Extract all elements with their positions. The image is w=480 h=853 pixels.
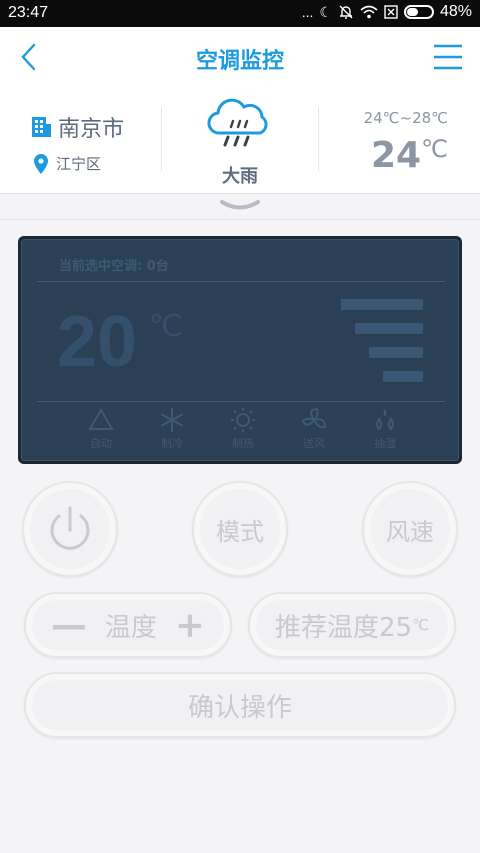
divider — [161, 107, 162, 171]
temp-increase-button[interactable]: + — [175, 605, 205, 646]
hamburger-menu-icon[interactable] — [432, 42, 464, 72]
fan-bar — [341, 299, 423, 310]
temp-decrease-button[interactable]: — — [51, 605, 87, 646]
mode-button[interactable]: 模式 — [192, 481, 288, 577]
sun-icon — [231, 408, 255, 432]
app-header: 空调监控 — [0, 27, 480, 89]
fan-bar — [369, 347, 423, 358]
location-pin-icon — [34, 153, 48, 174]
divider — [37, 281, 445, 282]
district-row: 江宁区 — [34, 153, 101, 174]
mode-auto: 自动 — [73, 407, 129, 451]
fan-bar — [355, 323, 423, 334]
battery-icon — [403, 5, 434, 19]
district-name: 江宁区 — [56, 155, 102, 173]
set-temperature: 20 — [57, 302, 138, 382]
fan-speed-button[interactable]: 风速 — [362, 481, 458, 577]
no-sim-icon — [384, 5, 398, 19]
power-button[interactable] — [22, 481, 118, 577]
mode-fan: 送风 — [286, 407, 342, 451]
city-name: 南京市 — [58, 117, 125, 142]
mode-dehumidify: 抽湿 — [357, 407, 413, 451]
more-dots: ... — [301, 4, 314, 20]
current-temp-unit: ℃ — [421, 135, 448, 163]
status-icons: ... ☾ 48% — [302, 3, 472, 21]
droplets-icon — [376, 409, 394, 431]
weather-condition: 大雨 — [222, 166, 258, 187]
fan-bar — [383, 371, 423, 382]
mode-cool: 制冷 — [144, 407, 200, 451]
snowflake-icon — [160, 408, 184, 432]
temp-range: 24℃~28℃ — [363, 109, 448, 127]
recommend-temp-button[interactable]: 推荐温度25 ℃ — [248, 592, 456, 658]
section-divider — [0, 219, 480, 220]
divider — [318, 107, 319, 171]
fan-level-bars — [339, 299, 423, 385]
bell-off-icon — [339, 5, 353, 19]
current-temp-value: 24 — [370, 135, 422, 176]
wifi-icon — [360, 5, 378, 19]
confirm-button[interactable]: 确认操作 — [24, 672, 456, 738]
set-temperature-unit: ℃ — [149, 309, 183, 344]
recommend-unit: ℃ — [412, 616, 429, 634]
mode-label: 制热 — [232, 437, 254, 450]
status-time: 23:47 — [8, 4, 49, 21]
mode-label: 送风 — [303, 437, 325, 450]
heavy-rain-cloud-icon — [207, 98, 268, 147]
weather-panel: 南京市 江宁区 大雨 24℃~28℃ 24℃ — [0, 89, 480, 194]
power-icon — [50, 506, 90, 550]
current-temp: 24℃ — [371, 135, 448, 176]
building-icon — [32, 117, 51, 137]
divider — [37, 401, 445, 402]
ac-display-screen: 当前选中空调: 0台 20 ℃ 自动 制冷 制热 送风 抽湿 — [18, 236, 462, 464]
chevron-down-icon[interactable] — [220, 199, 260, 213]
temp-label: 温度 — [104, 612, 157, 643]
selected-count: 当前选中空调: 0台 — [59, 259, 169, 274]
mode-heat: 制热 — [215, 407, 271, 451]
recycle-icon — [88, 407, 114, 430]
battery-percent: 48% — [439, 3, 472, 20]
fan-icon — [301, 407, 327, 429]
mode-label: 抽湿 — [374, 437, 396, 450]
temperature-control: — 温度 + — [24, 592, 232, 658]
mode-label: 制冷 — [161, 437, 183, 450]
mode-label: 自动 — [90, 437, 112, 450]
recommend-label: 推荐温度25 — [275, 612, 413, 643]
mode-indicators: 自动 制冷 制热 送风 抽湿 — [73, 407, 413, 451]
moon-icon: ☾ — [319, 4, 332, 20]
status-bar: 23:47 ... ☾ 48% — [0, 0, 480, 27]
city-row: 南京市 — [30, 111, 124, 143]
page-title: 空调监控 — [195, 49, 284, 74]
